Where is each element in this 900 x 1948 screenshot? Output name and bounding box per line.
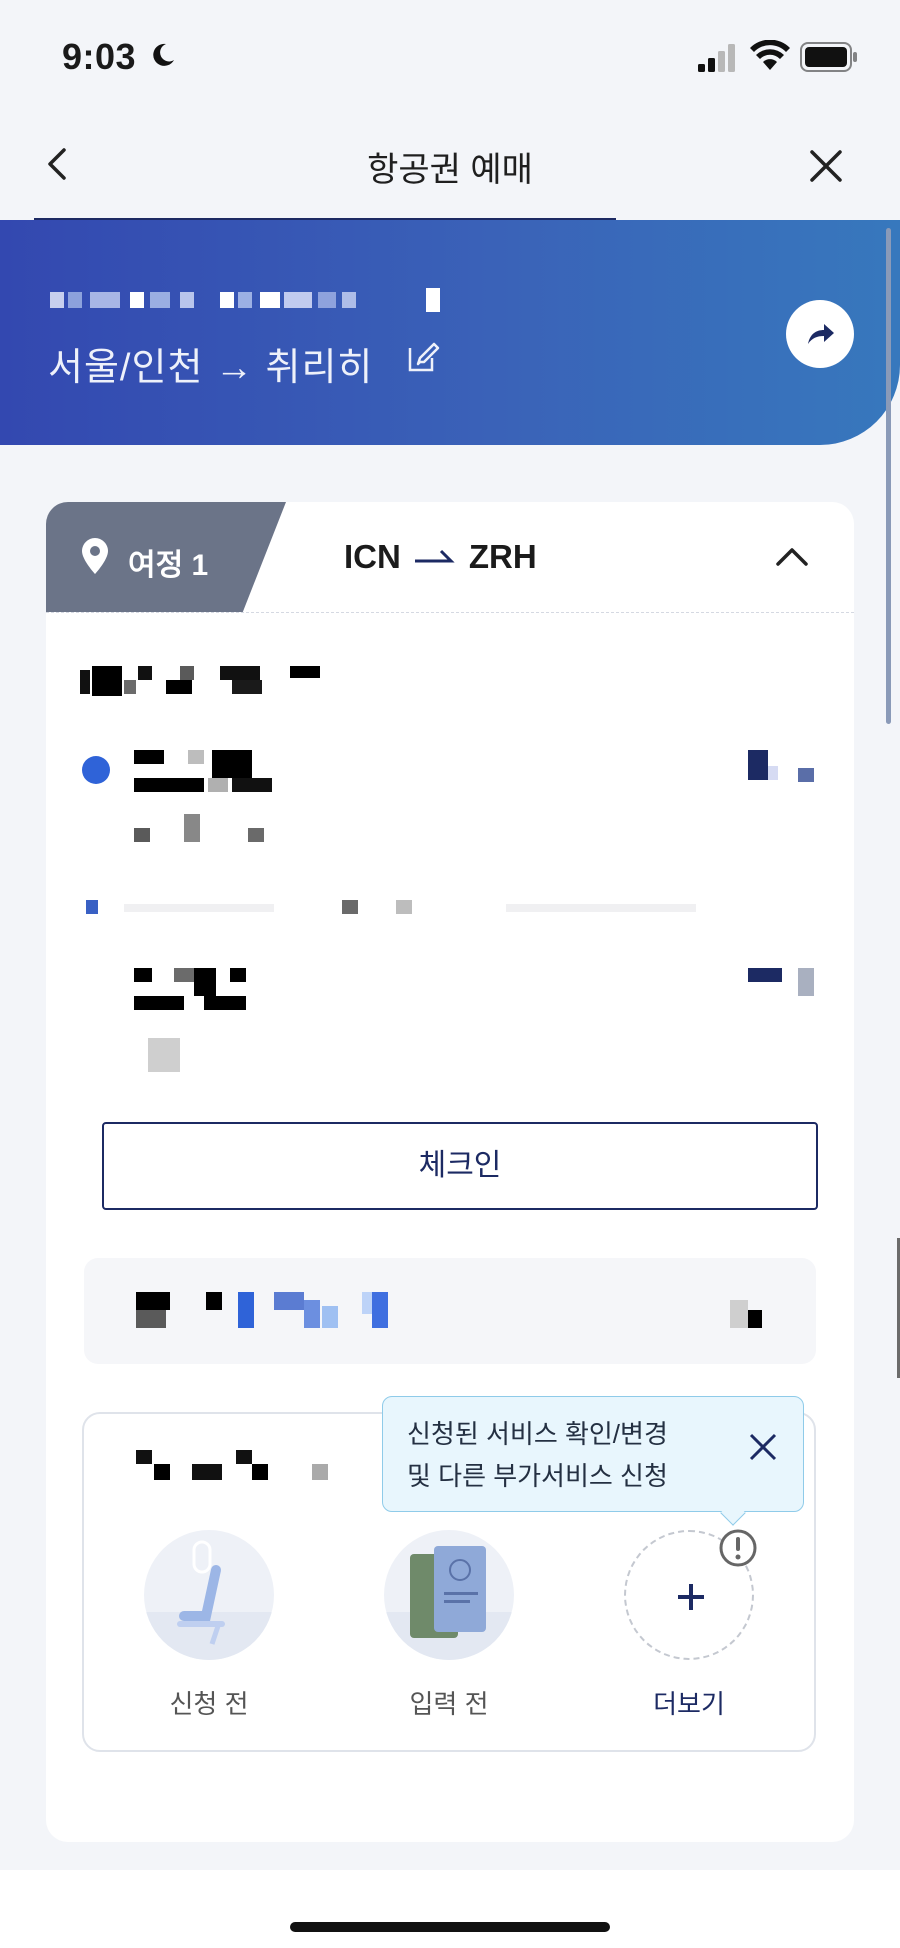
leg-route: ICN ZRH	[344, 538, 537, 576]
home-bar	[0, 1870, 900, 1948]
trip-card: 여정 1 ICN ZRH 체크인 신청 전 입력 전 더보기	[46, 502, 854, 1842]
share-icon	[808, 324, 834, 344]
collapse-chevron-icon[interactable]	[774, 544, 810, 568]
passport-service[interactable]: 입력 전	[384, 1530, 514, 1721]
trip-tab[interactable]: 여정 1	[46, 502, 286, 612]
destination-code: ZRH	[468, 538, 537, 575]
status-bar: 9:03	[0, 0, 900, 110]
origin-code: ICN	[344, 538, 401, 575]
scrollbar[interactable]	[886, 228, 891, 724]
redacted-arrival	[134, 968, 814, 1072]
home-indicator[interactable]	[290, 1922, 610, 1932]
redacted-booking-info	[50, 288, 440, 312]
close-button[interactable]	[806, 146, 846, 186]
location-pin-icon	[82, 538, 108, 574]
seat-service-label: 신청 전	[169, 1689, 249, 1719]
navigation-header: 항공권 예매	[0, 110, 900, 220]
additional-info-panel[interactable]	[84, 1258, 816, 1364]
seat-service[interactable]: 신청 전	[144, 1530, 274, 1721]
tooltip-line-2: 및 다른 부가서비스 신청	[407, 1461, 668, 1491]
moon-icon	[153, 43, 174, 66]
passport-service-label: 입력 전	[409, 1689, 489, 1719]
status-time: 9:03	[62, 36, 137, 77]
route-title: 서울/인천 → 취리히	[48, 347, 374, 389]
redacted-panel-text	[136, 1292, 762, 1328]
trip-summary-banner: 서울/인천 → 취리히	[0, 220, 900, 445]
tooltip-close-icon[interactable]	[747, 1431, 779, 1463]
redacted-date	[80, 666, 320, 696]
redacted-departure	[82, 750, 814, 842]
tooltip-text: 신청된 서비스 확인/변경 및 다른 부가서비스 신청	[407, 1413, 668, 1497]
redacted-flight-duration	[86, 900, 696, 914]
card-divider	[46, 612, 854, 613]
battery-icon	[800, 42, 857, 72]
wifi-icon	[750, 40, 790, 70]
seat-icon	[144, 1530, 274, 1660]
checkin-button[interactable]: 체크인	[102, 1122, 818, 1210]
trip-label: 여정 1	[128, 549, 209, 582]
edit-icon[interactable]	[406, 340, 440, 374]
redacted-service-title	[136, 1450, 328, 1480]
cellular-signal-icon	[698, 44, 735, 72]
flight-arrow-icon	[414, 549, 455, 563]
services-tooltip: 신청된 서비스 확인/변경 및 다른 부가서비스 신청	[382, 1396, 804, 1526]
passport-icon	[384, 1530, 514, 1660]
alert-icon	[719, 1529, 757, 1567]
more-services-label: 더보기	[653, 1689, 725, 1719]
tooltip-line-1: 신청된 서비스 확인/변경	[407, 1419, 668, 1449]
share-button[interactable]	[786, 300, 854, 368]
page-title: 항공권 예매	[367, 151, 533, 189]
plus-icon	[678, 1584, 704, 1610]
